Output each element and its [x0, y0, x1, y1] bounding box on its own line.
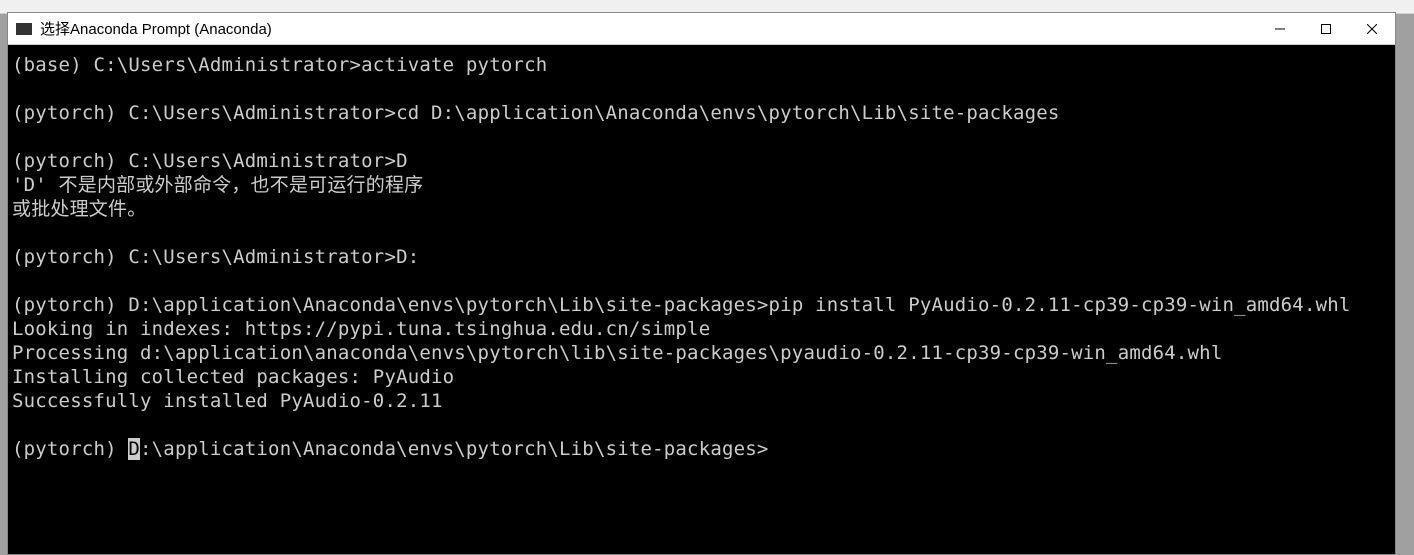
command-text: activate pytorch [361, 54, 547, 76]
close-button[interactable] [1349, 13, 1395, 44]
terminal-body[interactable]: (base) C:\Users\Administrator>activate p… [8, 45, 1395, 554]
prompt: (pytorch) C:\Users\Administrator> [12, 150, 396, 172]
cursor-block: D [128, 438, 140, 460]
prompt: (pytorch) D:\application\Anaconda\envs\p… [12, 294, 769, 316]
minimize-button[interactable] [1257, 13, 1303, 44]
command-text: cd D:\application\Anaconda\envs\pytorch\… [396, 102, 1059, 124]
terminal-line: (base) C:\Users\Administrator>activate p… [12, 53, 1391, 77]
terminal-line: (pytorch) D:\application\Anaconda\envs\p… [12, 293, 1391, 317]
command-text: D: [396, 246, 419, 268]
window-controls [1257, 13, 1395, 44]
terminal-line: (pytorch) C:\Users\Administrator>cd D:\a… [12, 101, 1391, 125]
prompt: (pytorch) C:\Users\Administrator> [12, 102, 396, 124]
prompt: (base) C:\Users\Administrator> [12, 54, 361, 76]
prompt: (pytorch) C:\Users\Administrator> [12, 246, 396, 268]
terminal-blank [12, 269, 1391, 293]
terminal-blank [12, 77, 1391, 101]
command-text: pip install PyAudio-0.2.11-cp39-cp39-win… [769, 294, 1351, 316]
prompt: (pytorch) [12, 438, 128, 460]
terminal-output: Successfully installed PyAudio-0.2.11 [12, 389, 1391, 413]
terminal-line: (pytorch) C:\Users\Administrator>D [12, 149, 1391, 173]
terminal-output: Processing d:\application\anaconda\envs\… [12, 341, 1391, 365]
terminal-output: 'D' 不是内部或外部命令，也不是可运行的程序 [12, 173, 1391, 197]
terminal-blank [12, 413, 1391, 437]
terminal-line: (pytorch) D:\application\Anaconda\envs\p… [12, 437, 1391, 461]
terminal-window: 选择Anaconda Prompt (Anaconda) (base) C:\U… [7, 12, 1396, 555]
terminal-blank [12, 125, 1391, 149]
terminal-icon [16, 23, 32, 35]
maximize-button[interactable] [1303, 13, 1349, 44]
window-title: 选择Anaconda Prompt (Anaconda) [40, 18, 1257, 39]
terminal-line: (pytorch) C:\Users\Administrator>D: [12, 245, 1391, 269]
terminal-output: Installing collected packages: PyAudio [12, 365, 1391, 389]
terminal-output: Looking in indexes: https://pypi.tuna.ts… [12, 317, 1391, 341]
window-titlebar[interactable]: 选择Anaconda Prompt (Anaconda) [8, 13, 1395, 45]
terminal-output: 或批处理文件。 [12, 197, 1391, 221]
terminal-blank [12, 221, 1391, 245]
prompt: :\application\Anaconda\envs\pytorch\Lib\… [140, 438, 769, 460]
command-text: D [396, 150, 408, 172]
